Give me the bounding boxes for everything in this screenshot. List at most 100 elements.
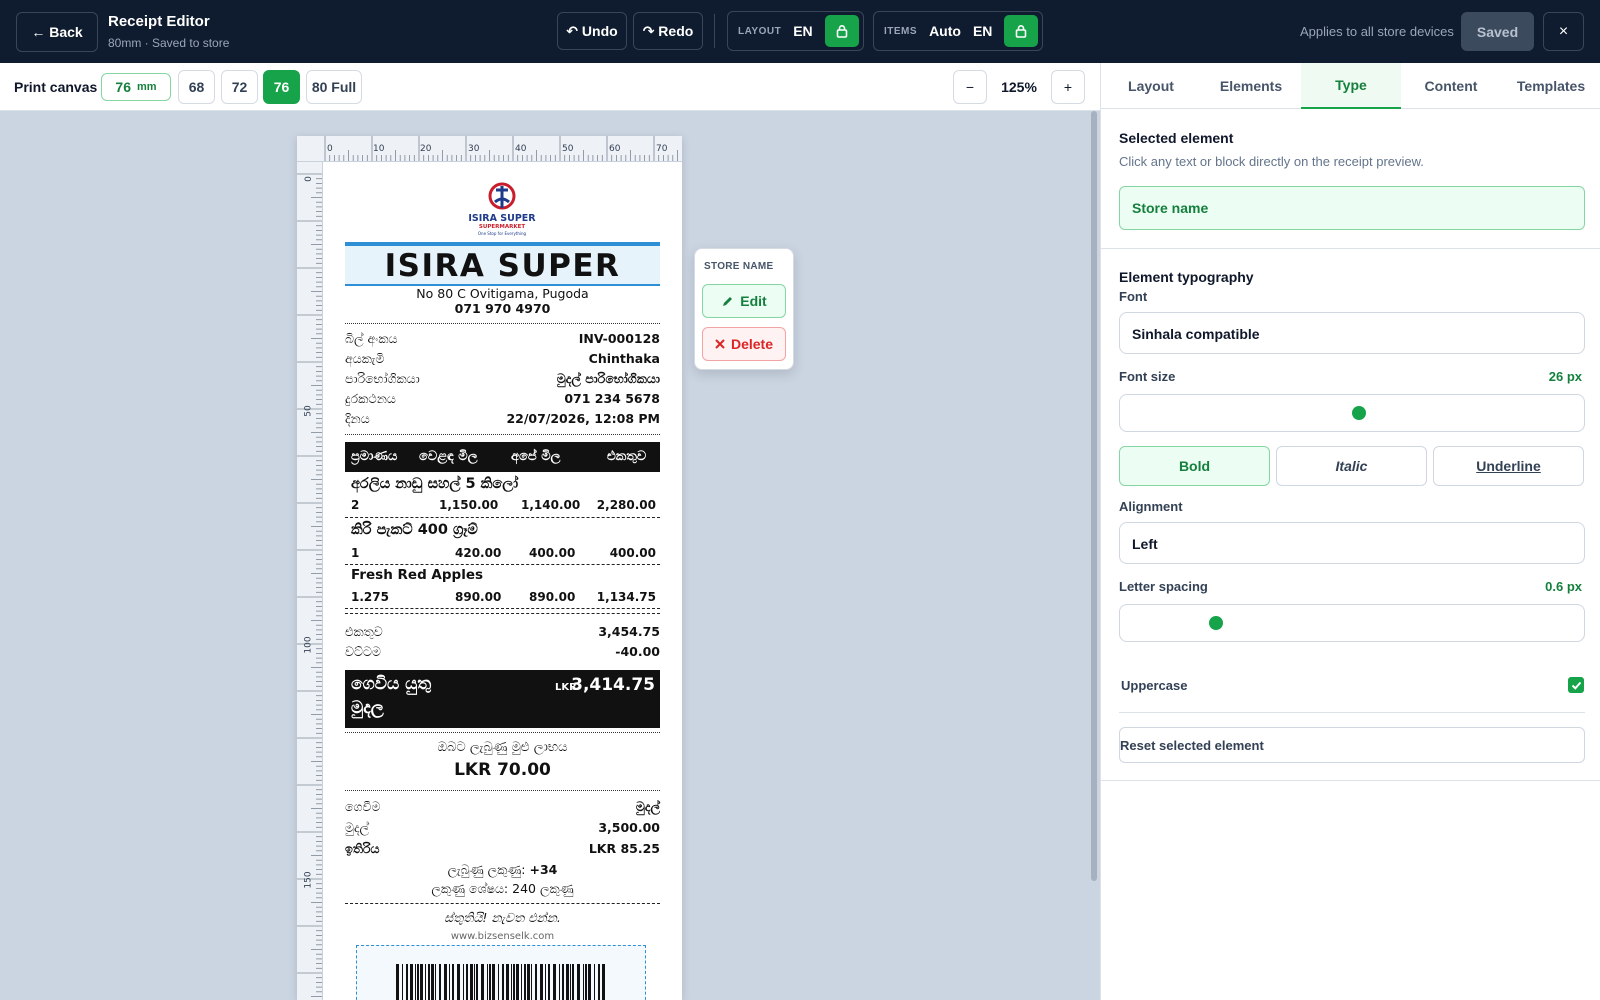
store-name[interactable]: ISIRA SUPER [345, 246, 660, 284]
redo-button[interactable]: ↷ Redo [633, 12, 703, 50]
barcode-bar [548, 964, 550, 1000]
saved-button[interactable]: Saved [1461, 12, 1534, 51]
font-select[interactable]: Sinhala compatible [1119, 312, 1585, 354]
layout-group-label: LAYOUT [738, 25, 782, 37]
payable-block[interactable]: ගෙවිය යුතු මුදල LKR 3,414.75 [345, 670, 660, 728]
pencil-icon [723, 296, 733, 306]
item-total: 1,134.75 [596, 590, 656, 604]
points-earned-value: +34 [529, 862, 558, 877]
payment-row[interactable]: ගෙවීම මුදල් [345, 799, 660, 815]
back-button[interactable]: ← Back [16, 12, 98, 52]
barcode-bar [521, 964, 522, 1000]
alignment-select[interactable]: Left [1119, 522, 1585, 564]
items-mode-value[interactable]: Auto [929, 23, 961, 39]
info-row[interactable]: දිනය 22/07/2026, 12:08 PM [345, 411, 660, 427]
thank-you-message[interactable]: ස්තුතියි! නැවත එන්න. [345, 910, 660, 926]
points-earned[interactable]: ලැබුණු ලකුණු: +34 [345, 862, 660, 878]
undo-button[interactable]: ↶ Undo [557, 12, 627, 50]
item-name[interactable]: Fresh Red Apples [351, 567, 483, 583]
zoom-out-button[interactable]: − [953, 70, 987, 104]
info-value: INV-000128 [578, 331, 660, 346]
popup-title: STORE NAME [704, 261, 774, 272]
info-row[interactable]: පාරිභෝගිකයා මුදල් පාරිභෝගිකයා [345, 371, 660, 387]
slider-thumb[interactable] [1209, 616, 1223, 630]
store-address[interactable]: No 80 C Ovitigama, Pugoda [345, 286, 660, 301]
underline-toggle[interactable]: Underline [1433, 446, 1584, 486]
store-phone[interactable]: 071 970 4970 [345, 301, 660, 316]
zoom-in-button[interactable]: + [1051, 70, 1085, 104]
items-lock-button[interactable] [1004, 15, 1039, 47]
canvas-scrollbar[interactable] [1091, 111, 1097, 881]
width-option-76[interactable]: 76 [263, 70, 300, 104]
item-our-price: 1,140.00 [521, 498, 581, 512]
item-name[interactable]: අරලිය නාඩු සහල් 5 කිලෝ [351, 476, 518, 492]
ruler-top: 0 10 20 30 40 50 60 70 [297, 136, 682, 162]
canvas-width-input[interactable]: 76 mm [101, 73, 171, 101]
barcode-block[interactable] [356, 945, 646, 1000]
tab-layout[interactable]: Layout [1101, 63, 1201, 109]
tab-elements[interactable]: Elements [1201, 63, 1301, 109]
width-option-68[interactable]: 68 [178, 70, 215, 104]
edit-element-button[interactable]: Edit [702, 284, 786, 318]
website[interactable]: www.bizsenselk.com [345, 931, 660, 942]
properties-panel: Layout Elements Type Content Templates S… [1100, 63, 1600, 1000]
barcode-bar [516, 964, 519, 1000]
barcode-bar [513, 964, 515, 1000]
discount-row[interactable]: වට්ටම -40.00 [345, 644, 660, 660]
letter-spacing-slider[interactable] [1119, 604, 1585, 642]
barcode-bar [449, 964, 450, 1000]
barcode-bar [396, 964, 399, 1000]
tab-type[interactable]: Type [1301, 63, 1401, 109]
tab-templates[interactable]: Templates [1501, 63, 1600, 109]
info-label: දුරකථනය [345, 391, 396, 406]
page-title: Receipt Editor [108, 13, 210, 30]
item-market-price: 420.00 [455, 546, 502, 560]
info-row[interactable]: බිල් අංකය INV-000128 [345, 331, 660, 347]
savings-label[interactable]: ඔබට ලැබුණු මුළු ලාභය [345, 740, 660, 755]
layout-language-value[interactable]: EN [793, 23, 812, 39]
item-our-price: 890.00 [529, 590, 576, 604]
barcode-bar [594, 964, 595, 1000]
slider-thumb[interactable] [1352, 406, 1366, 420]
bold-toggle[interactable]: Bold [1119, 446, 1270, 486]
savings-value[interactable]: LKR 70.00 [345, 760, 660, 780]
selected-element-box[interactable]: Store name [1119, 186, 1585, 230]
panel-divider [1119, 712, 1585, 713]
separator [345, 434, 660, 435]
canvas-toolbar: Print canvas 76 mm 68 72 76 80 Full − 12… [0, 63, 1100, 111]
ruler-mark: 20 [420, 144, 432, 154]
barcode-bar [577, 964, 580, 1000]
store-logo[interactable]: ISIRA SUPER SUPERMARKET One Stop for Eve… [465, 180, 539, 242]
barcode-bar [511, 964, 512, 1000]
items-table-header[interactable]: ප්‍රමාණය වෙළඳ මිල අපේ මිල එකතුව [345, 442, 660, 472]
layout-lock-button[interactable] [824, 15, 859, 47]
italic-toggle[interactable]: Italic [1276, 446, 1427, 486]
tab-content[interactable]: Content [1401, 63, 1501, 109]
close-button[interactable]: × [1543, 12, 1584, 51]
items-language-value[interactable]: EN [973, 23, 992, 39]
item-qty: 2 [351, 498, 360, 512]
points-balance[interactable]: ලකුණු ශේෂය: 240 ලකුණු [345, 881, 660, 897]
font-size-slider[interactable] [1119, 394, 1585, 432]
ruler-top-ticks [324, 136, 678, 161]
subtotal-row[interactable]: එකතුව 3,454.75 [345, 624, 660, 640]
width-option-80-full[interactable]: 80 Full [306, 70, 362, 104]
reset-element-button[interactable]: Reset selected element [1119, 727, 1585, 763]
payment-row[interactable]: ඉතිරිය LKR 85.25 [345, 841, 660, 857]
col-market-price-header: වෙළඳ මිල [419, 449, 478, 464]
item-qty: 1 [351, 546, 360, 560]
barcode-bar [431, 964, 434, 1000]
info-row[interactable]: දුරකථනය 071 234 5678 [345, 391, 660, 407]
delete-element-button[interactable]: Delete [702, 327, 786, 361]
ruler-mark: 50 [303, 405, 314, 417]
payment-label: ගෙවීම [345, 799, 381, 814]
barcode-bar [425, 964, 426, 1000]
items-language-group: ITEMS Auto EN [873, 11, 1044, 51]
item-name[interactable]: කිරි පැකට් 400 ග්‍රෑම් [351, 522, 478, 538]
canvas-width-value: 76 [115, 79, 131, 95]
width-option-72[interactable]: 72 [221, 70, 258, 104]
discount-value: -40.00 [615, 644, 660, 659]
uppercase-checkbox[interactable] [1568, 677, 1584, 693]
info-row[interactable]: අයකැමි Chinthaka [345, 351, 660, 367]
payment-row[interactable]: මුදල් 3,500.00 [345, 820, 660, 836]
